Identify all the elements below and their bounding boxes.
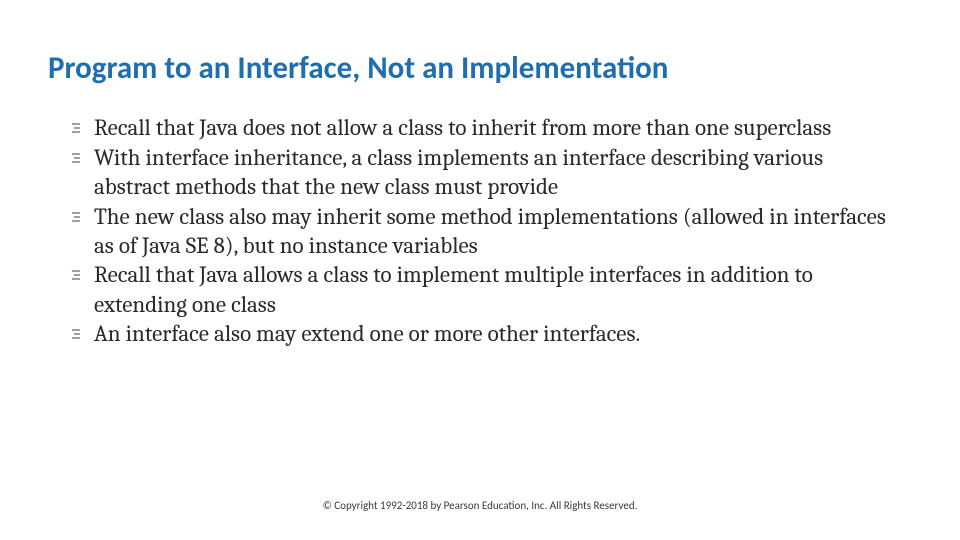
bullet-list: Recall that Java does not allow a class … xyxy=(48,113,912,349)
list-item: The new class also may inherit some meth… xyxy=(76,202,902,261)
list-item: Recall that Java does not allow a class … xyxy=(76,113,902,142)
copyright-footer: © Copyright 1992-2018 by Pearson Educati… xyxy=(0,499,960,512)
list-item: With interface inheritance, a class impl… xyxy=(76,143,902,202)
list-item: Recall that Java allows a class to imple… xyxy=(76,260,902,319)
list-item: An interface also may extend one or more… xyxy=(76,319,902,348)
slide-title: Program to an Interface, Not an Implemen… xyxy=(48,50,912,87)
slide: Program to an Interface, Not an Implemen… xyxy=(0,0,960,540)
